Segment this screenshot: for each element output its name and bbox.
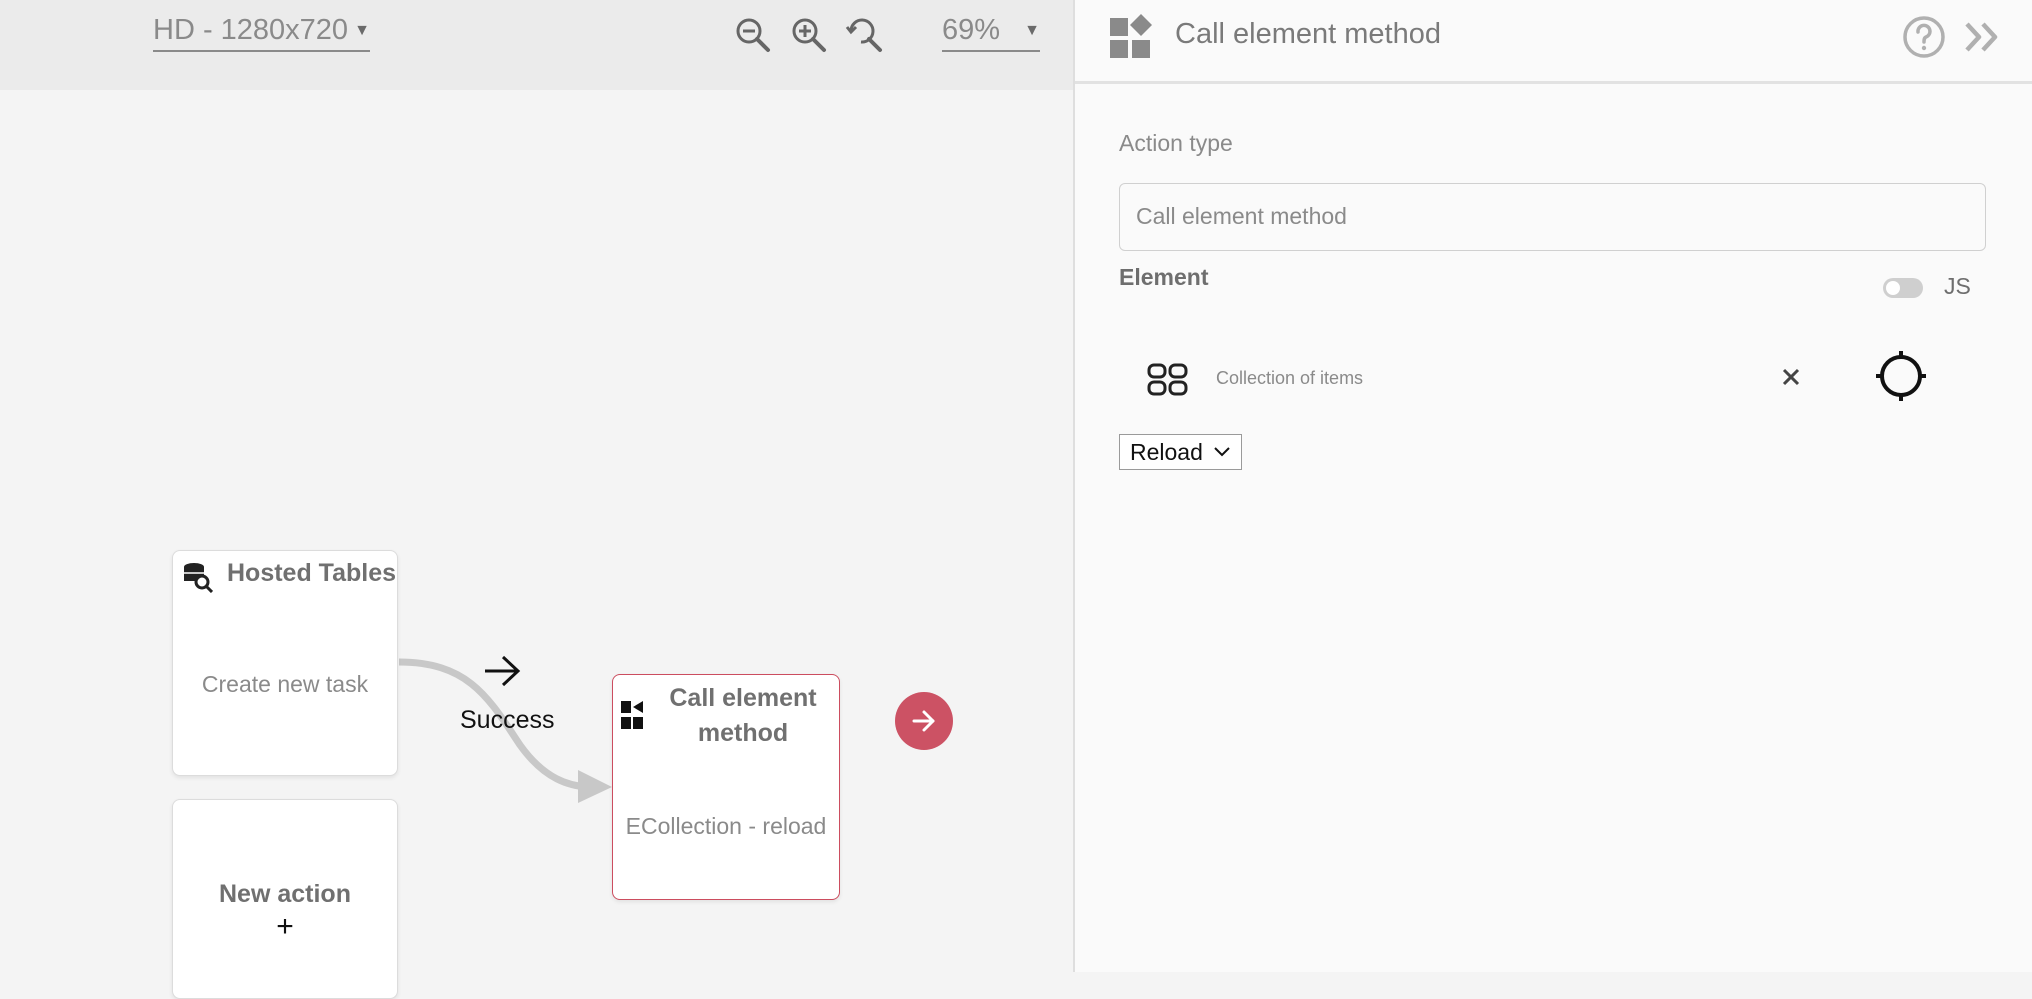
action-type-label: Action type bbox=[1119, 130, 1233, 156]
method-select[interactable]: Reload bbox=[1119, 434, 1242, 470]
node-title: New action bbox=[219, 880, 351, 908]
action-type-field[interactable]: Call element method bbox=[1119, 183, 1986, 251]
js-toggle[interactable] bbox=[1883, 278, 1923, 298]
element-label: Element bbox=[1119, 264, 1209, 290]
properties-panel: Call element method Action type Call ele… bbox=[1073, 0, 2032, 972]
node-title: Call element method bbox=[653, 681, 833, 751]
panel-title: Call element method bbox=[1175, 18, 1441, 50]
arrow-right-icon bbox=[912, 710, 935, 732]
widgets-icon bbox=[1110, 14, 1152, 58]
database-search-icon bbox=[184, 563, 213, 593]
collection-grid-icon bbox=[1147, 363, 1188, 396]
help-circle-icon[interactable] bbox=[1901, 14, 1947, 60]
double-chevron-right-icon[interactable] bbox=[1963, 20, 2003, 54]
node-title: Hosted Tables bbox=[227, 559, 397, 587]
element-name: Collection of items bbox=[1216, 368, 1364, 388]
node-hosted-tables[interactable]: Hosted Tables Create new task bbox=[172, 550, 398, 776]
method-select-value: Reload bbox=[1130, 438, 1203, 465]
js-label: JS bbox=[1944, 273, 1971, 299]
connector-line bbox=[398, 655, 612, 803]
connector-label: Success bbox=[460, 706, 555, 734]
arrow-right-icon bbox=[485, 655, 521, 687]
widgets-icon bbox=[621, 701, 643, 729]
flow-canvas[interactable]: HD - 1280x720 ▼ 69% ▼ Success Hosted Tab… bbox=[0, 0, 1074, 999]
node-subtitle: Create new task bbox=[201, 671, 369, 697]
node-title-line: Call element bbox=[669, 684, 817, 712]
panel-header: Call element method bbox=[1075, 0, 2032, 84]
plus-icon: + bbox=[276, 910, 294, 943]
node-title-line: method bbox=[697, 719, 789, 747]
chevron-down-icon bbox=[1214, 447, 1230, 457]
run-button[interactable] bbox=[895, 692, 953, 750]
toggle-knob bbox=[1886, 281, 1900, 295]
close-icon[interactable] bbox=[1780, 366, 1802, 388]
node-call-element-method[interactable]: Call element method ECollection - reload bbox=[612, 674, 840, 900]
node-subtitle: ECollection - reload bbox=[625, 813, 827, 839]
crosshair-icon[interactable] bbox=[1874, 349, 1928, 403]
node-new-action[interactable]: New action + bbox=[172, 799, 398, 999]
